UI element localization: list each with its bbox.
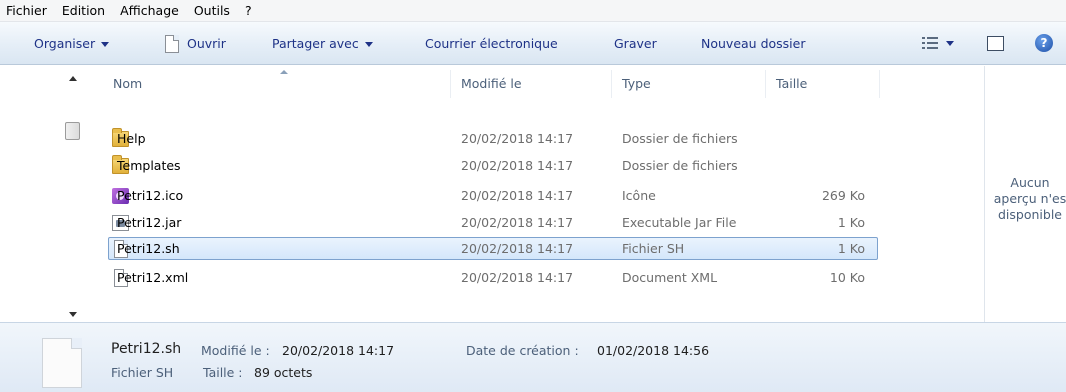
burn-label: Graver: [614, 36, 657, 51]
chevron-down-icon: [101, 42, 110, 47]
file-size: 1 Ko: [837, 241, 865, 256]
preview-pane: Aucun aperçu n'es disponible: [984, 66, 1066, 322]
details-size-value: 89 octets: [254, 365, 313, 380]
file-row-help[interactable]: Help 20/02/2018 14:17 Dossier de fichier…: [108, 127, 878, 150]
share-button[interactable]: Partager avec: [272, 22, 373, 65]
details-modified-value: 20/02/2018 14:17: [282, 343, 395, 358]
content-area: Nom Modifié le Type Taille Help 20/02/20…: [0, 66, 1066, 322]
details-size-label: Taille :: [203, 365, 243, 380]
column-divider[interactable]: [765, 70, 766, 98]
file-size: 269 Ko: [821, 188, 865, 203]
help-icon[interactable]: ?: [1035, 34, 1053, 52]
command-bar: Organiser Ouvrir Partager avec Courrier …: [0, 22, 1066, 65]
details-type: Fichier SH: [111, 365, 174, 380]
preview-pane-icon[interactable]: [987, 36, 1004, 51]
menu-tools[interactable]: Outils: [187, 0, 238, 22]
share-label: Partager avec: [272, 36, 359, 51]
file-name: Petri12.jar: [117, 215, 182, 230]
file-row-petri12-sh[interactable]: Petri12.sh 20/02/2018 14:17 Fichier SH 1…: [108, 237, 878, 260]
organize-label: Organiser: [34, 36, 96, 51]
file-name: Templates: [117, 158, 181, 173]
burn-button[interactable]: Graver: [614, 22, 657, 65]
file-name: Petri12.sh: [117, 241, 180, 256]
column-header-type[interactable]: Type: [622, 66, 651, 102]
file-size: 1 Ko: [837, 215, 865, 230]
navigation-scrollbar[interactable]: [64, 66, 82, 322]
file-row-petri12-jar[interactable]: Petri12.jar 20/02/2018 14:17 Executable …: [108, 211, 878, 234]
scroll-up-icon[interactable]: [69, 76, 77, 81]
details-pane: Petri12.sh Modifié le : 20/02/2018 14:17…: [0, 322, 1066, 392]
chevron-down-icon[interactable]: [946, 41, 954, 46]
file-row-templates[interactable]: Templates 20/02/2018 14:17 Dossier de fi…: [108, 154, 878, 177]
details-created-value: 01/02/2018 14:56: [597, 343, 710, 358]
open-label: Ouvrir: [187, 36, 226, 51]
file-modified: 20/02/2018 14:17: [461, 270, 574, 285]
details-file-name: Petri12.sh: [111, 341, 182, 357]
file-list: Nom Modifié le Type Taille Help 20/02/20…: [84, 66, 984, 322]
chevron-down-icon: [364, 42, 373, 47]
file-size: 10 Ko: [829, 270, 865, 285]
email-button[interactable]: Courrier électronique: [425, 22, 558, 65]
file-name: Petri12.xml: [117, 270, 189, 285]
file-row-petri12-xml[interactable]: Petri12.xml 20/02/2018 14:17 Document XM…: [108, 266, 878, 289]
organize-button[interactable]: Organiser: [34, 22, 110, 65]
menu-bar: Fichier Edition Affichage Outils ?: [0, 0, 1066, 22]
details-modified-label: Modifié le :: [201, 343, 270, 358]
preview-message: Aucun aperçu n'es disponible: [985, 175, 1066, 223]
file-modified: 20/02/2018 14:17: [461, 188, 574, 203]
document-icon: [165, 34, 179, 53]
column-divider[interactable]: [611, 70, 612, 98]
open-button[interactable]: Ouvrir: [165, 22, 226, 65]
scroll-down-icon[interactable]: [69, 312, 77, 317]
file-type: Dossier de fichiers: [622, 131, 738, 146]
file-name: Petri12.ico: [117, 188, 184, 203]
file-row-petri12-ico[interactable]: Petri12.ico 20/02/2018 14:17 Icône 269 K…: [108, 184, 878, 207]
column-divider[interactable]: [879, 70, 880, 98]
file-modified: 20/02/2018 14:17: [461, 241, 574, 256]
column-header-modified[interactable]: Modifié le: [461, 66, 522, 102]
file-thumbnail-icon: [42, 338, 82, 388]
file-type: Document XML: [622, 270, 718, 285]
new-folder-button[interactable]: Nouveau dossier: [701, 22, 805, 65]
column-divider[interactable]: [450, 70, 451, 98]
column-header-size[interactable]: Taille: [776, 66, 807, 102]
email-label: Courrier électronique: [425, 36, 558, 51]
menu-help[interactable]: ?: [238, 0, 260, 22]
sort-ascending-icon: [280, 70, 288, 74]
file-modified: 20/02/2018 14:17: [461, 215, 574, 230]
view-options-icon[interactable]: [922, 37, 938, 49]
file-name: Help: [117, 131, 146, 146]
menu-file[interactable]: Fichier: [0, 0, 55, 22]
file-type: Executable Jar File: [622, 215, 737, 230]
file-modified: 20/02/2018 14:17: [461, 131, 574, 146]
file-type: Icône: [622, 188, 656, 203]
menu-edit[interactable]: Edition: [55, 0, 113, 22]
column-header-name[interactable]: Nom: [113, 66, 142, 102]
preview-line: aperçu n'es: [993, 191, 1066, 206]
file-type: Dossier de fichiers: [622, 158, 738, 173]
file-type: Fichier SH: [622, 241, 685, 256]
scroll-thumb[interactable]: [65, 122, 80, 140]
new-folder-label: Nouveau dossier: [701, 36, 806, 51]
details-created-label: Date de création :: [466, 343, 579, 358]
menu-view[interactable]: Affichage: [113, 0, 187, 22]
navigation-pane: [0, 66, 63, 322]
preview-line: Aucun: [1010, 175, 1050, 190]
file-modified: 20/02/2018 14:17: [461, 158, 574, 173]
preview-line: disponible: [998, 207, 1062, 222]
